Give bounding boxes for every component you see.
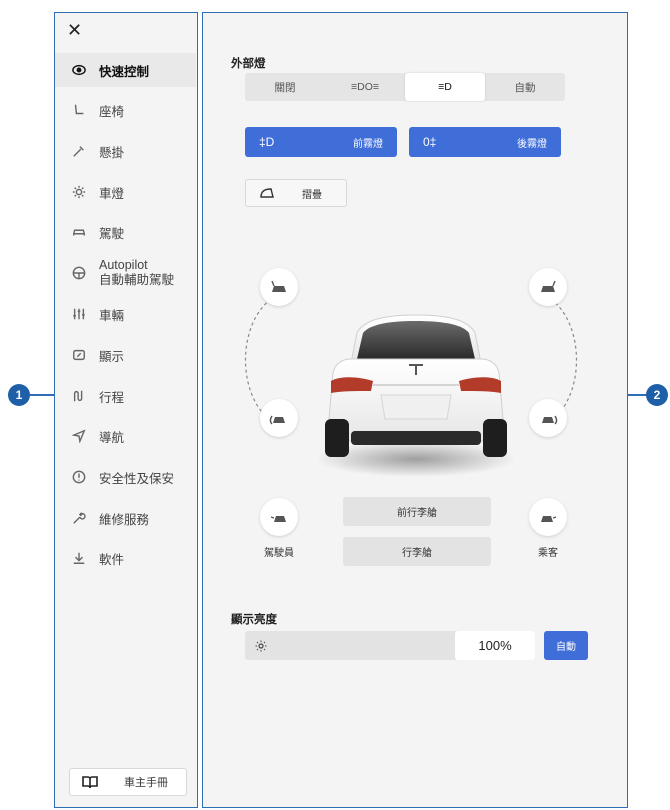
autopilot-sublabel: 自動輔助駕駛 xyxy=(99,273,175,287)
navigation-icon xyxy=(71,428,87,444)
seat-icon xyxy=(71,102,87,118)
passenger-falcon-door-open-button[interactable] xyxy=(529,268,567,306)
trip-icon xyxy=(71,388,87,404)
low-beam-option[interactable]: ≡D xyxy=(405,73,485,101)
passenger-door-button[interactable] xyxy=(529,498,567,536)
book-icon xyxy=(82,776,98,789)
driver-falcon-door-open-button[interactable] xyxy=(260,268,298,306)
sidebar-item-vehicle[interactable]: 車輛 xyxy=(55,297,196,331)
owners-manual-button[interactable]: 車主手冊 xyxy=(69,768,187,796)
sidebar-item-label: 駕駛 xyxy=(99,226,125,241)
sidebar-item-navigation[interactable]: 導航 xyxy=(55,419,196,453)
sidebar-item-label: 車燈 xyxy=(99,186,125,201)
car-door-up-icon xyxy=(541,280,556,292)
driver-door-button[interactable] xyxy=(260,498,298,536)
quick-controls-panel: 外部燈 關閉 ≡DO≡ ≡D 自動 ‡D 前霧燈 0‡ 後霧燈 摺疊 駕駛員 乘… xyxy=(202,12,628,808)
wrench-icon xyxy=(71,143,87,159)
sidebar-item-seats[interactable]: 座椅 xyxy=(55,93,196,127)
callout-2: 2 xyxy=(646,384,668,406)
mirror-icon xyxy=(260,188,274,198)
close-button[interactable]: ✕ xyxy=(67,21,82,39)
settings-sidebar: ✕ 快速控制 座椅 懸掛 車燈 駕駛 Autopilot 自動輔助駕駛 車輛 顯… xyxy=(54,12,198,808)
sidebar-item-label: 安全性及保安 xyxy=(99,471,175,486)
sidebar-item-label: 維修服務 xyxy=(99,512,150,527)
brightness-slider[interactable]: 100% xyxy=(245,631,535,660)
car-door-left-icon xyxy=(270,516,286,522)
driver-label: 駕駛員 xyxy=(264,548,294,559)
callout-1: 1 xyxy=(8,384,30,406)
light-bulb-icon xyxy=(71,184,87,200)
passenger-falcon-door-close-button[interactable] xyxy=(529,399,567,437)
fold-mirrors-label: 摺疊 xyxy=(302,189,322,201)
callout-1-line xyxy=(30,394,54,396)
rear-fog-label: 後霧燈 xyxy=(517,138,547,150)
alert-icon xyxy=(71,469,87,485)
sidebar-item-lights[interactable]: 車燈 xyxy=(55,175,196,209)
sidebar-item-driving[interactable]: 駕駛 xyxy=(55,215,196,249)
owners-manual-label: 車主手冊 xyxy=(124,777,168,789)
autopilot-label: Autopilot xyxy=(99,258,148,272)
sidebar-item-service[interactable]: 維修服務 xyxy=(55,501,196,535)
car-door-right-icon xyxy=(541,516,557,522)
sidebar-item-label: 軟件 xyxy=(99,552,125,567)
lights-off-option[interactable]: 關閉 xyxy=(245,73,325,101)
car-door-up-icon xyxy=(271,280,286,292)
sidebar-item-safety-security[interactable]: 安全性及保安 xyxy=(55,460,196,494)
exterior-lights-selector: 關閉 ≡DO≡ ≡D 自動 xyxy=(245,73,565,101)
callout-2-line xyxy=(628,394,646,396)
driver-falcon-door-close-button[interactable] xyxy=(260,399,298,437)
front-fog-icon: ‡D xyxy=(259,135,275,149)
sidebar-item-display[interactable]: 顯示 xyxy=(55,338,196,372)
brightness-value: 100% xyxy=(455,631,535,660)
sidebar-item-label: 導航 xyxy=(99,430,125,445)
sidebar-item-software[interactable]: 軟件 xyxy=(55,541,196,575)
parking-lights-option[interactable]: ≡DO≡ xyxy=(325,73,405,101)
car-door-close-icon xyxy=(542,415,558,425)
fold-mirrors-button[interactable]: 摺疊 xyxy=(245,179,347,207)
car-icon xyxy=(71,224,87,240)
sidebar-item-autopilot[interactable]: Autopilot 自動輔助駕駛 xyxy=(55,253,196,293)
display-brightness-title: 顯示亮度 xyxy=(231,614,277,626)
eye-icon xyxy=(71,62,87,78)
rear-fog-icon: 0‡ xyxy=(423,135,437,149)
passenger-label: 乘客 xyxy=(538,548,558,559)
sun-icon xyxy=(255,640,267,652)
front-trunk-button[interactable]: 前行李艙 xyxy=(343,497,491,526)
sidebar-item-quick-controls[interactable]: 快速控制 xyxy=(55,53,196,87)
wrench-service-icon xyxy=(71,510,87,526)
sliders-icon xyxy=(71,306,87,322)
sidebar-item-suspension[interactable]: 懸掛 xyxy=(55,134,196,168)
trunk-button[interactable]: 行李艙 xyxy=(343,537,491,566)
sidebar-item-label: 懸掛 xyxy=(99,145,125,160)
auto-lights-option[interactable]: 自動 xyxy=(485,73,565,101)
vehicle-rear-illustration xyxy=(316,314,516,477)
front-fog-label: 前霧燈 xyxy=(353,138,383,150)
sidebar-item-trips[interactable]: 行程 xyxy=(55,379,196,413)
sidebar-item-label: 顯示 xyxy=(99,349,125,364)
sidebar-item-label: Autopilot 自動輔助駕駛 xyxy=(99,258,174,288)
exterior-lights-title: 外部燈 xyxy=(231,58,266,70)
download-icon xyxy=(71,550,87,566)
brightness-auto-button[interactable]: 自動 xyxy=(544,631,588,660)
front-fog-button[interactable]: ‡D 前霧燈 xyxy=(245,127,397,157)
sidebar-item-label: 車輛 xyxy=(99,308,125,323)
car-door-close-icon xyxy=(269,415,285,425)
rear-fog-button[interactable]: 0‡ 後霧燈 xyxy=(409,127,561,157)
display-icon xyxy=(71,347,87,363)
sidebar-item-label: 行程 xyxy=(99,390,125,405)
steering-wheel-icon xyxy=(71,265,87,281)
sidebar-item-label: 座椅 xyxy=(99,104,125,119)
sidebar-item-label: 快速控制 xyxy=(99,64,150,79)
